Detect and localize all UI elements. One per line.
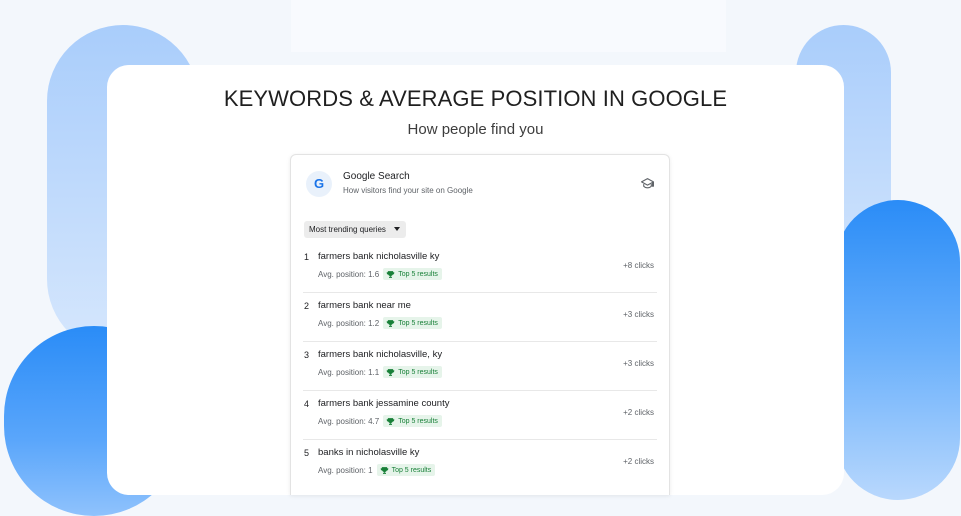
- avg-position-text: Avg. position: 4.7: [318, 416, 380, 426]
- main-card: KEYWORDS & AVERAGE POSITION IN GOOGLE Ho…: [107, 65, 844, 495]
- query-text: farmers bank nicholasville ky: [318, 251, 440, 262]
- query-position: Avg. position: 1.6 Top 5 results: [318, 268, 442, 280]
- badge-label: Top 5 results: [398, 368, 438, 376]
- query-rank: 2: [304, 301, 310, 311]
- badge-label: Top 5 results: [398, 319, 438, 327]
- top-results-badge: Top 5 results: [376, 464, 436, 476]
- top-results-badge: Top 5 results: [383, 268, 442, 280]
- query-clicks: +3 clicks: [623, 310, 654, 319]
- query-rank: 5: [304, 448, 310, 458]
- graduation-cap-icon[interactable]: [641, 177, 654, 190]
- query-row[interactable]: 5 banks in nicholasville ky Avg. positio…: [303, 440, 657, 488]
- query-position: Avg. position: 1 Top 5 results: [318, 464, 436, 476]
- trophy-icon: [386, 368, 395, 376]
- query-text: farmers bank nicholasville, ky: [318, 349, 443, 360]
- query-text: farmers bank jessamine county: [318, 398, 450, 409]
- query-row[interactable]: 3 farmers bank nicholasville, ky Avg. po…: [303, 342, 657, 391]
- top-results-badge: Top 5 results: [383, 415, 442, 427]
- trending-queries-dropdown[interactable]: Most trending queries: [304, 221, 406, 238]
- query-list: 1 farmers bank nicholasville ky Avg. pos…: [291, 244, 669, 488]
- avg-position-text: Avg. position: 1.1: [318, 367, 380, 377]
- query-position: Avg. position: 4.7 Top 5 results: [318, 415, 442, 427]
- trophy-icon: [380, 466, 388, 474]
- top-results-badge: Top 5 results: [383, 317, 442, 329]
- query-position: Avg. position: 1.1 Top 5 results: [318, 366, 442, 378]
- badge-label: Top 5 results: [391, 466, 432, 474]
- trophy-icon: [386, 319, 395, 327]
- caret-down-icon: [393, 226, 400, 231]
- badge-label: Top 5 results: [398, 270, 438, 278]
- avg-position-text: Avg. position: 1.6: [318, 269, 380, 279]
- query-position: Avg. position: 1.2 Top 5 results: [318, 317, 442, 329]
- decorative-top-strip: [291, 0, 726, 52]
- avg-position-text: Avg. position: 1: [318, 465, 373, 475]
- decorative-blob-right-bottom: [836, 200, 960, 500]
- badge-label: Top 5 results: [398, 417, 438, 425]
- query-row[interactable]: 2 farmers bank near me Avg. position: 1.…: [303, 293, 657, 342]
- query-clicks: +8 clicks: [623, 261, 654, 270]
- query-rank: 1: [304, 252, 310, 262]
- query-rank: 3: [304, 350, 310, 360]
- query-text: banks in nicholasville ky: [318, 447, 420, 458]
- avg-position-text: Avg. position: 1.2: [318, 318, 380, 328]
- query-clicks: +2 clicks: [623, 457, 654, 466]
- panel-title: Google Search: [343, 171, 410, 182]
- page-subtitle: How people find you: [407, 121, 544, 138]
- panel-subtitle: How visitors find your site on Google: [343, 186, 473, 195]
- trophy-icon: [386, 270, 395, 278]
- query-text: farmers bank near me: [318, 300, 411, 311]
- query-row[interactable]: 4 farmers bank jessamine county Avg. pos…: [303, 391, 657, 440]
- top-results-badge: Top 5 results: [383, 366, 442, 378]
- dropdown-label: Most trending queries: [309, 225, 386, 234]
- trophy-icon: [386, 417, 395, 425]
- google-logo-icon: G: [306, 171, 332, 197]
- query-row[interactable]: 1 farmers bank nicholasville ky Avg. pos…: [303, 244, 657, 293]
- query-clicks: +2 clicks: [623, 408, 654, 417]
- query-clicks: +3 clicks: [623, 359, 654, 368]
- page-title: KEYWORDS & AVERAGE POSITION IN GOOGLE: [223, 86, 728, 111]
- google-search-panel: G Google Search How visitors find your s…: [290, 154, 670, 495]
- query-rank: 4: [304, 399, 310, 409]
